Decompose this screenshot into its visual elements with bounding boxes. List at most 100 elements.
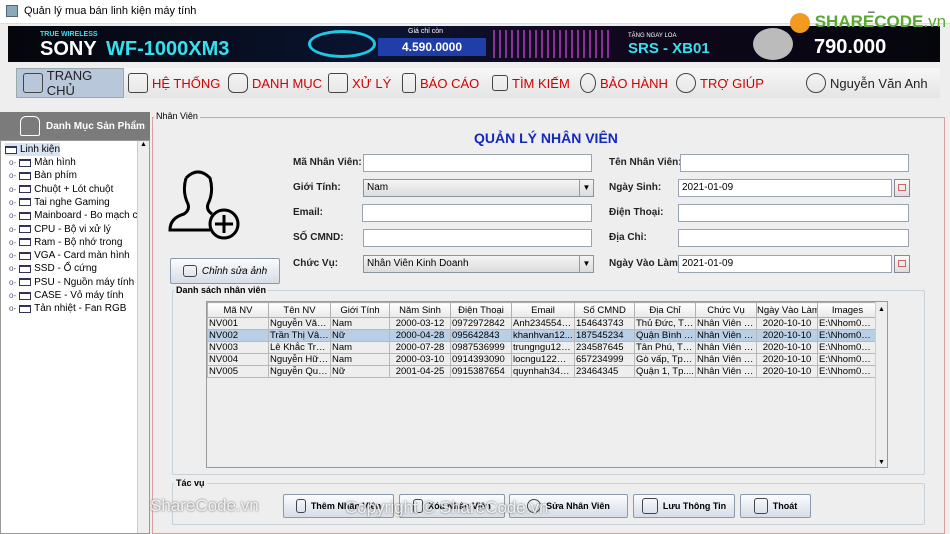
ma_nv-label: Mã Nhân Viên: — [293, 157, 362, 168]
tree-item[interactable]: o- SSD - Ổ cứng — [9, 262, 97, 275]
table-cell: 2000-04-28 — [389, 329, 451, 342]
column-header[interactable]: Số CMND — [574, 302, 635, 318]
tree-item[interactable]: o- Bàn phím — [9, 169, 77, 182]
save-button[interactable]: Lưu Thông Tin — [633, 494, 735, 518]
folder-icon — [19, 158, 32, 167]
cmnd-label: SỐ CMND: — [293, 232, 344, 243]
tree-handle-icon[interactable]: o- — [9, 171, 16, 180]
tree-item[interactable]: o- Ram - Bộ nhớ trong — [9, 236, 122, 249]
tree-handle-icon[interactable]: o- — [9, 238, 16, 247]
table-row[interactable]: NV002 Trần Thị Vân... Nữ 2000-04-28 09564284… — [207, 329, 878, 342]
help-icon — [676, 73, 696, 93]
tree-handle-icon[interactable]: o- — [9, 278, 16, 287]
tree-item[interactable]: o- CASE - Vỏ máy tính — [9, 289, 124, 302]
table-cell: Thủ Đức, Tp.... — [634, 317, 696, 330]
tree-handle-icon[interactable]: o- — [9, 225, 16, 234]
tree-item[interactable]: o- VGA - Card màn hình — [9, 249, 130, 262]
tree-item[interactable]: o- Tai nghe Gaming — [9, 196, 110, 209]
tree-item[interactable]: o- Mainboard - Bo mạch chủ — [9, 209, 149, 222]
tree-handle-icon[interactable]: o- — [9, 211, 16, 220]
ngay_vao_lam-label: Ngày Vào Làm: — [609, 258, 682, 269]
actions-title: Tác vụ — [174, 478, 207, 488]
column-header[interactable]: Email — [511, 302, 575, 318]
user-menu[interactable]: Nguyễn Văn Anh — [806, 68, 928, 98]
tree-label: Chuột + Lót chuột — [34, 183, 114, 195]
table-cell: 234587645 — [574, 341, 635, 354]
tree-handle-icon[interactable]: o- — [9, 264, 16, 273]
tree-item[interactable]: o- Tản nhiệt - Fan RGB — [9, 302, 126, 315]
nav-he-thong[interactable]: HỆ THỐNG — [128, 68, 220, 98]
list-icon — [228, 73, 248, 93]
tree-handle-icon[interactable]: o- — [9, 198, 16, 207]
user-add-icon — [168, 170, 240, 240]
watermark-center: Copyright © ShareCode.vn — [345, 498, 549, 517]
earbuds-image — [308, 30, 376, 58]
nav-danh-muc[interactable]: DANH MỤC — [228, 68, 322, 98]
table-cell: Nhân Viên K... — [695, 341, 757, 354]
nav-bao-cao[interactable]: BÁO CÁO — [402, 68, 479, 98]
tree-scrollbar[interactable]: ▲ — [137, 141, 149, 533]
table-row[interactable]: NV001 Nguyễn Văn ... Nam 2000-03-12 09729728… — [207, 317, 878, 330]
ma_nv-input[interactable] — [363, 154, 592, 172]
table-cell: Tân Phú, Tp.... — [634, 341, 696, 354]
nav-bao-hanh[interactable]: BẢO HÀNH — [580, 68, 668, 98]
email-input[interactable] — [362, 204, 592, 222]
table-cell: E:\Nhom01_... — [817, 341, 878, 354]
nav-label: TRANG CHỦ — [46, 68, 93, 98]
column-header[interactable]: Images — [817, 302, 878, 318]
table-cell: Nguyễn Hữu... — [268, 353, 331, 366]
cmnd-input[interactable] — [363, 229, 592, 247]
column-header[interactable]: Ngày Vào Làm — [756, 302, 818, 318]
nav-xu-ly[interactable]: XỬ LÝ — [328, 68, 391, 98]
table-row[interactable]: NV003 Lê Khắc Trung Nam 2000-07-28 098753699… — [207, 341, 878, 354]
calendar-button[interactable] — [894, 255, 910, 273]
table-row[interactable]: NV004 Nguyễn Hữu... Nam 2000-03-10 091439309… — [207, 353, 878, 366]
table-cell: 2001-04-25 — [389, 365, 451, 378]
table-cell: 0914393090 — [450, 353, 512, 366]
table-cell: NV002 — [207, 329, 269, 342]
column-header[interactable]: Giới Tính — [330, 302, 390, 318]
tree-handle-icon[interactable]: o- — [9, 185, 16, 194]
exit-button[interactable]: Thoát — [740, 494, 811, 518]
table-cell: Quận Bình T... — [634, 329, 696, 342]
table-cell: NV001 — [207, 317, 269, 330]
tree-handle-icon[interactable]: o- — [9, 158, 16, 167]
column-header[interactable]: Mã NV — [207, 302, 269, 318]
banner-line1: TRUE WIRELESS — [40, 31, 98, 38]
tree-item[interactable]: o- CPU - Bộ vi xử lý — [9, 223, 111, 236]
table-cell: 657234999 — [574, 353, 635, 366]
nav-trang-chu[interactable]: TRANG CHỦ — [16, 68, 124, 98]
tree-label: Tai nghe Gaming — [34, 196, 110, 208]
folder-icon — [19, 238, 32, 247]
dien_thoai-input[interactable] — [678, 204, 909, 222]
nav-tim-kiem[interactable]: TÌM KIẾM — [492, 68, 570, 98]
table-cell: E:\Nhom01_... — [817, 317, 878, 330]
tree-handle-icon[interactable]: o- — [9, 251, 16, 260]
tree-root[interactable]: Linh kiện — [5, 143, 61, 156]
column-header[interactable]: Địa Chỉ — [634, 302, 696, 318]
tree-handle-icon[interactable]: o- — [9, 291, 16, 300]
ten_nv-input[interactable] — [680, 154, 909, 172]
table-row[interactable]: NV005 Nguyễn Quỳ... Nữ 2001-04-25 0915387654… — [207, 365, 878, 378]
process-icon — [328, 73, 348, 93]
edit-photo-button[interactable]: Chỉnh sửa ảnh — [170, 258, 280, 284]
column-header[interactable]: Năm Sinh — [389, 302, 451, 318]
column-header[interactable]: Điện Thoại — [450, 302, 512, 318]
tree-item[interactable]: o- PSU - Nguồn máy tính — [9, 276, 134, 289]
speaker-image — [753, 28, 793, 60]
table-scrollbar[interactable]: ▲ ▼ — [875, 302, 887, 467]
ngay_vao_lam-input[interactable]: 2021-01-09 — [678, 255, 892, 273]
calendar-button[interactable] — [894, 179, 910, 197]
dia_chi-input[interactable] — [678, 229, 909, 247]
column-header[interactable]: Tên NV — [268, 302, 331, 318]
nav-tro-giup[interactable]: TRỢ GIÚP — [676, 68, 764, 98]
ngay_sinh-input[interactable]: 2021-01-09 — [678, 179, 892, 197]
gioi_tinh-select[interactable]: Nam ▼ — [363, 179, 594, 197]
column-header[interactable]: Chức Vụ — [695, 302, 757, 318]
user-icon — [806, 73, 826, 93]
chuc_vu-select[interactable]: Nhân Viên Kinh Doanh ▼ — [363, 255, 594, 273]
tree-item[interactable]: o- Màn hình — [9, 156, 76, 169]
tree-handle-icon[interactable]: o- — [9, 304, 16, 313]
table-cell: E:\Nhom01_... — [817, 353, 878, 366]
tree-item[interactable]: o- Chuột + Lót chuột — [9, 183, 113, 196]
